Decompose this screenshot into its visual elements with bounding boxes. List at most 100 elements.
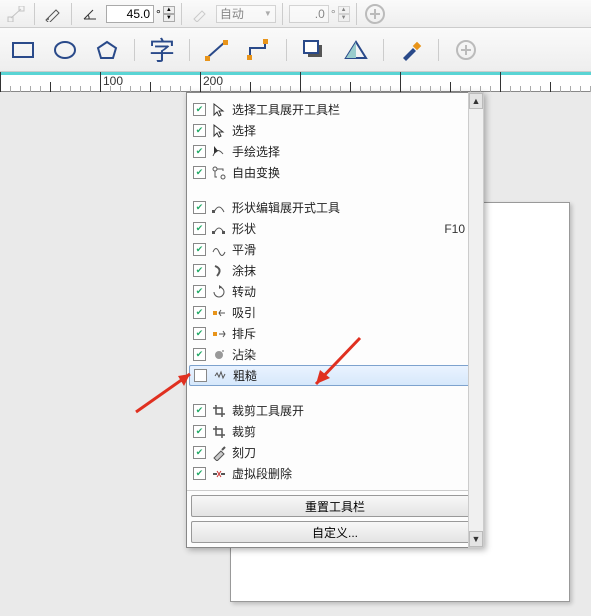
ruler-tick: 100 [100,72,101,92]
brush-mode-button[interactable] [188,3,212,25]
checkbox[interactable]: ✔ [193,124,206,137]
menu-item-roughen[interactable]: 粗糙 [189,365,481,386]
menu-item-label: 选择 [232,122,477,139]
menu-item-repel[interactable]: ✔ 排斥 [189,323,481,344]
checkbox[interactable]: ✔ [193,243,206,256]
attract-icon [210,305,228,321]
separator [189,39,190,61]
menu-item-virtual-delete[interactable]: ✔ 虚拟段删除 [189,463,481,484]
polygon-tool[interactable] [90,33,124,67]
horizontal-ruler: 100 200 [0,72,591,92]
menu-item-label: 手绘选择 [232,143,477,160]
menu-item-rotate[interactable]: ✔ 转动 [189,281,481,302]
checkbox[interactable]: ✔ [193,103,206,116]
ellipse-tool[interactable] [48,33,82,67]
menu-item-attract[interactable]: ✔ 吸引 [189,302,481,323]
menu-item-label: 刻刀 [232,444,477,461]
shadow-tool[interactable] [297,33,331,67]
menu-item-stain[interactable]: ✔ 沾染 [189,344,481,365]
second-angle-spinner[interactable]: ▲▼ [338,6,350,22]
connector-tool[interactable] [242,33,276,67]
angle-unit: ° [156,7,161,21]
menu-item-label: 形状编辑展开式工具 [232,199,477,216]
checkbox[interactable]: ✔ [193,145,206,158]
customize-button[interactable]: 自定义... [191,521,479,543]
second-angle-group: ° ▲▼ [289,5,350,23]
plus-icon [365,4,385,24]
checkbox[interactable]: ✔ [193,306,206,319]
menu-item-shape-edit-expand[interactable]: ✔ 形状编辑展开式工具 [189,197,481,218]
crop-icon [210,424,228,440]
angle-icon [78,3,102,25]
second-angle-input[interactable] [289,5,329,23]
menu-item-free-transform[interactable]: ✔ 自由变换 [189,162,481,183]
menu-scrollbar[interactable]: ▲ ▼ [468,92,484,548]
checkbox[interactable]: ✔ [193,264,206,277]
menu-item-label: 吸引 [232,304,477,321]
menu-item-label: 粗糙 [233,367,476,384]
checkbox[interactable]: ✔ [193,446,206,459]
transform-icon [210,165,228,181]
freehand-icon [210,144,228,160]
roughen-icon [211,368,229,384]
menu-item-knife[interactable]: ✔ 刻刀 [189,442,481,463]
checkbox[interactable]: ✔ [193,425,206,438]
add-button-1[interactable] [363,3,387,25]
menu-item-label: 自由变换 [232,164,477,181]
menu-item-label: 沾染 [232,346,477,363]
shape-edit-icon [210,200,228,216]
angle-input-group: ° ▲▼ [106,5,175,23]
scroll-down-button[interactable]: ▼ [469,531,483,547]
menu-item-smear[interactable]: ✔ 涂抹 [189,260,481,281]
add-button-2[interactable] [449,33,483,67]
checkbox[interactable] [194,369,207,382]
pen-angle-button[interactable] [41,3,65,25]
transparency-tool[interactable] [339,33,373,67]
separator [286,39,287,61]
menu-item-label: 形状 [232,220,440,237]
checkbox[interactable]: ✔ [193,327,206,340]
menu-item-select-expand[interactable]: ✔选择工具展开工具栏 [189,99,481,120]
shape-icon [210,221,228,237]
menu-item-crop[interactable]: ✔裁剪 [189,421,481,442]
checkbox[interactable]: ✔ [193,285,206,298]
menu-item-label: 转动 [232,283,477,300]
angle-input[interactable] [106,5,154,23]
mode-combo-label: 自动 [220,5,244,22]
stain-icon [210,347,228,363]
menu-item-label: 涂抹 [232,262,477,279]
menu-item-crop-expand[interactable]: ✔裁剪工具展开 [189,400,481,421]
checkbox[interactable]: ✔ [193,222,206,235]
angle-spinner[interactable]: ▲▼ [163,6,175,22]
scroll-up-button[interactable]: ▲ [469,93,483,109]
text-tool[interactable]: 字 [145,33,179,67]
menu-item-smooth[interactable]: ✔平滑 [189,239,481,260]
rectangle-tool[interactable] [6,33,40,67]
checkbox[interactable]: ✔ [193,166,206,179]
checkbox[interactable]: ✔ [193,201,206,214]
menu-item-label: 排斥 [232,325,477,342]
chevron-down-icon: ▼ [264,9,272,18]
reset-toolbar-button[interactable]: 重置工具栏 [191,495,479,517]
checkbox[interactable]: ✔ [193,404,206,417]
dimension-tool[interactable] [200,33,234,67]
checkbox[interactable]: ✔ [193,348,206,361]
checkbox[interactable]: ✔ [193,467,206,480]
separator [282,3,283,25]
menu-list: ✔选择工具展开工具栏✔选择✔手绘选择✔自由变换✔形状编辑展开式工具✔形状F10✔… [187,93,483,490]
knife-icon [210,445,228,461]
mode-combo[interactable]: 自动 ▼ [216,5,276,23]
menu-item-freehand-select[interactable]: ✔ 手绘选择 [189,141,481,162]
virtual-delete-icon [210,466,228,482]
options-toolbar: ° ▲▼ 自动 ▼ ° ▲▼ [0,0,591,28]
menu-item-shape[interactable]: ✔形状F10 [189,218,481,239]
menu-item-label: 虚拟段删除 [232,465,477,482]
toolbar-customize-menu: ✔选择工具展开工具栏✔选择✔手绘选择✔自由变换✔形状编辑展开式工具✔形状F10✔… [186,92,484,548]
second-angle-unit: ° [331,7,336,21]
eyedropper-tool[interactable] [394,33,428,67]
snap-node-button[interactable] [4,3,28,25]
menu-item-select[interactable]: ✔ 选择 [189,120,481,141]
ruler-tick: 200 [200,72,201,92]
repel-icon [210,326,228,342]
cursor-icon [210,102,228,118]
